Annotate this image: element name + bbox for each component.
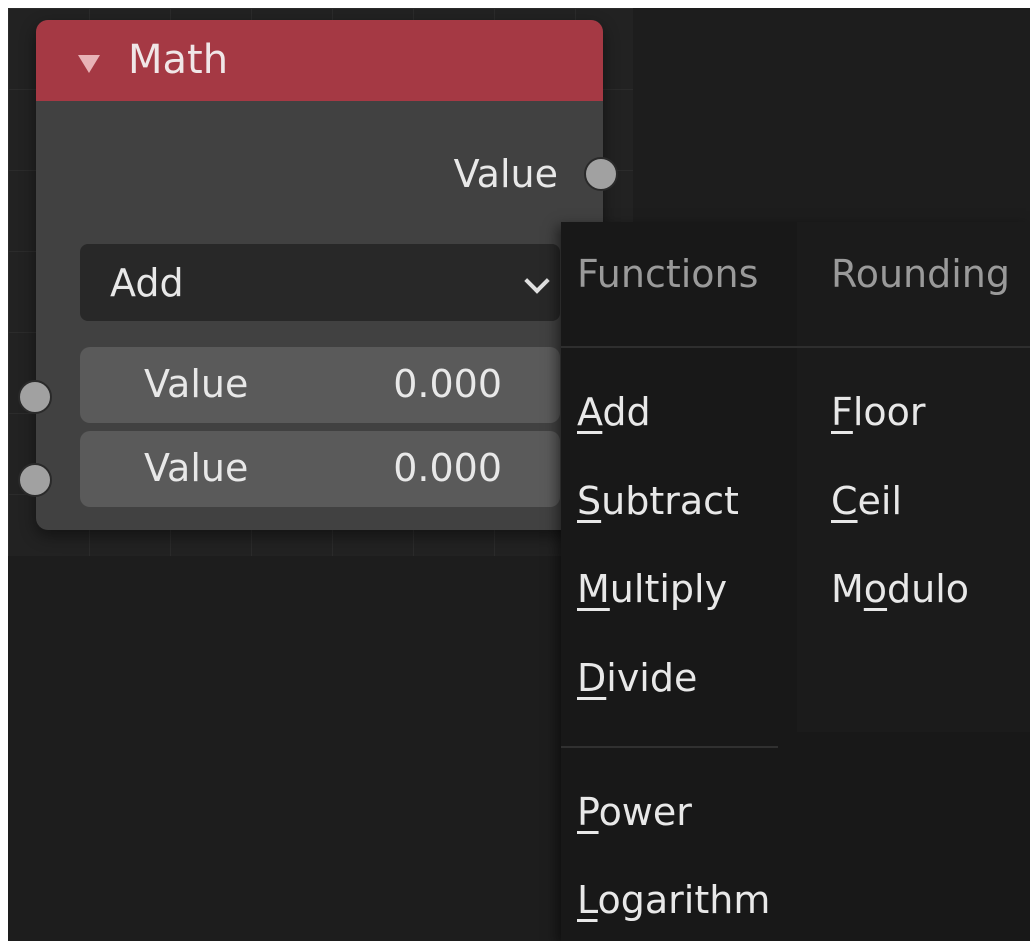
field-value: 0.000 bbox=[393, 446, 502, 490]
menu-item-divide[interactable]: Divide bbox=[577, 656, 697, 700]
accel-key: A bbox=[577, 390, 603, 434]
menu-column-rounding bbox=[797, 222, 1030, 732]
operation-value: Add bbox=[110, 261, 184, 305]
menu-item-label: ultiply bbox=[609, 567, 728, 611]
node-header[interactable]: Math bbox=[36, 20, 603, 101]
menu-item-label: ower bbox=[598, 790, 692, 834]
menu-header-functions: Functions bbox=[577, 252, 759, 296]
value-field-1[interactable]: Value 0.000 bbox=[80, 347, 560, 423]
menu-item-floor[interactable]: Floor bbox=[831, 390, 926, 434]
menu-item-subtract[interactable]: Subtract bbox=[577, 479, 739, 523]
math-node[interactable]: Math Value Add Value 0.000 Value 0.000 bbox=[18, 20, 618, 530]
menu-header-divider bbox=[561, 346, 1030, 348]
menu-item-power[interactable]: Power bbox=[577, 790, 692, 834]
menu-item-label: eil bbox=[857, 479, 903, 523]
menu-item-label: dulo bbox=[887, 567, 970, 611]
accel-key: F bbox=[831, 390, 853, 434]
menu-item-label: ogarithm bbox=[597, 878, 771, 922]
operation-dropdown[interactable]: Add bbox=[80, 244, 560, 321]
accel-key: D bbox=[577, 656, 607, 700]
menu-item-ceil[interactable]: Ceil bbox=[831, 479, 902, 523]
accel-key: o bbox=[863, 567, 888, 611]
menu-header-rounding: Rounding bbox=[831, 252, 1010, 296]
accel-key: C bbox=[831, 479, 858, 523]
value-field-2[interactable]: Value 0.000 bbox=[80, 431, 560, 507]
accel-key: P bbox=[577, 790, 599, 834]
menu-item-prefix: M bbox=[831, 567, 864, 611]
field-label: Value bbox=[144, 446, 249, 490]
menu-separator bbox=[561, 746, 778, 748]
accel-key: M bbox=[577, 567, 610, 611]
menu-item-label: dd bbox=[602, 390, 651, 434]
collapse-arrow-icon[interactable] bbox=[78, 55, 100, 73]
menu-item-add[interactable]: Add bbox=[577, 390, 651, 434]
menu-item-modulo[interactable]: Modulo bbox=[831, 567, 969, 611]
output-socket[interactable] bbox=[584, 157, 618, 191]
menu-item-label: loor bbox=[852, 390, 926, 434]
output-label: Value bbox=[453, 152, 558, 196]
node-editor[interactable]: Math Value Add Value 0.000 Value 0.000 F… bbox=[8, 8, 1030, 941]
chevron-down-icon bbox=[524, 268, 550, 294]
input-socket-2[interactable] bbox=[18, 463, 52, 497]
menu-item-multiply[interactable]: Multiply bbox=[577, 567, 727, 611]
accel-key: L bbox=[577, 878, 598, 922]
menu-item-logarithm[interactable]: Logarithm bbox=[577, 878, 770, 922]
field-value: 0.000 bbox=[393, 362, 502, 406]
operation-menu: Functions Rounding Add Subtract Multiply… bbox=[561, 222, 1030, 941]
input-socket-1[interactable] bbox=[18, 380, 52, 414]
accel-key: S bbox=[577, 479, 602, 523]
menu-item-label: ubtract bbox=[601, 479, 739, 523]
field-label: Value bbox=[144, 362, 249, 406]
menu-item-label: ivide bbox=[606, 656, 698, 700]
node-title: Math bbox=[128, 37, 229, 83]
